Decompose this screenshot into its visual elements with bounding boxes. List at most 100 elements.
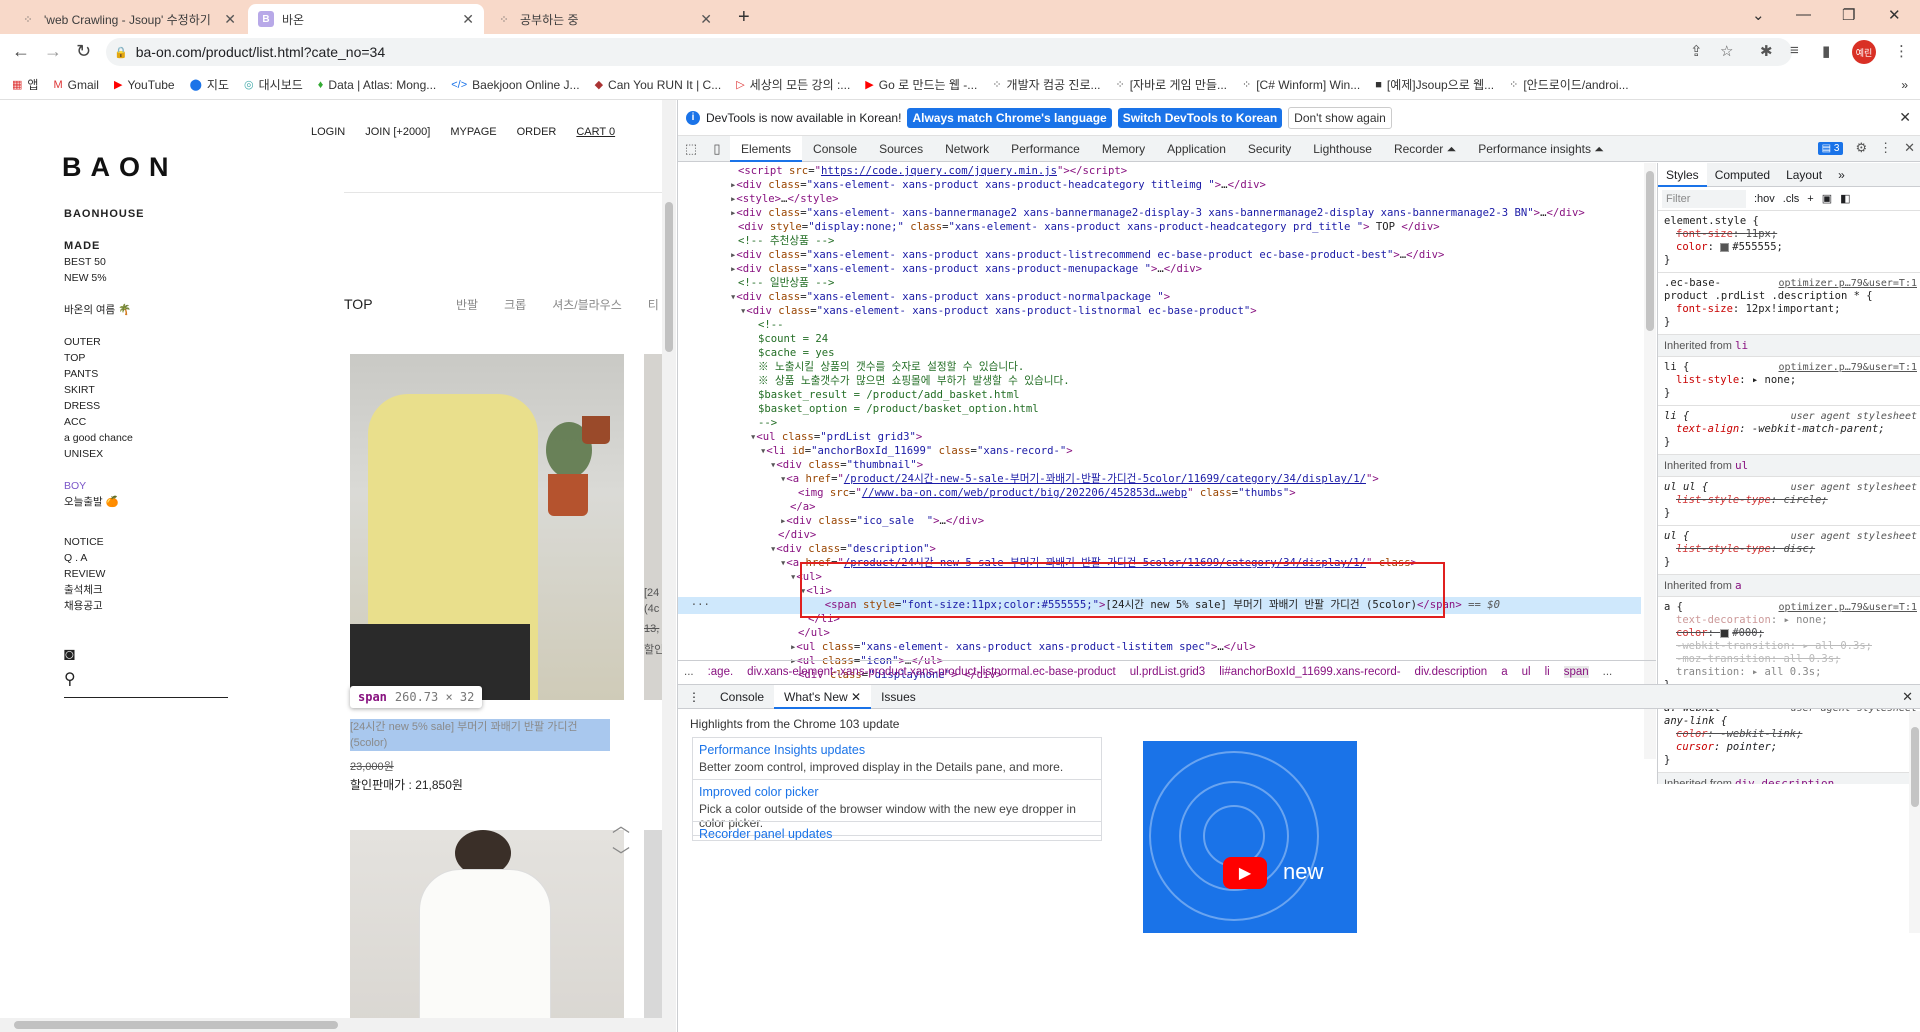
tab-recorder[interactable]: Recorder ⏶ bbox=[1383, 136, 1467, 162]
card-title[interactable]: Performance Insights updates bbox=[699, 743, 1095, 757]
bookmark-apps[interactable]: ▦ 앱 bbox=[12, 76, 38, 93]
bookmark-mongo[interactable]: ♦ Data | Atlas: Mong... bbox=[318, 78, 436, 92]
stylesheet-link[interactable]: optimizer.p…79&user=T:1 bbox=[1779, 361, 1917, 374]
inspect-element-icon[interactable]: ⬚ bbox=[678, 141, 704, 157]
tab-network[interactable]: Network bbox=[934, 136, 1000, 162]
tab-sources[interactable]: Sources bbox=[868, 136, 934, 162]
sidebar-item-outer[interactable]: OUTER bbox=[64, 334, 101, 350]
tab-application[interactable]: Application bbox=[1156, 136, 1237, 162]
sidebar-recruit[interactable]: 채용공고 bbox=[64, 598, 103, 614]
scrollbar-thumb[interactable] bbox=[14, 1021, 338, 1029]
breadcrumb-item[interactable]: ul bbox=[1522, 666, 1531, 678]
style-rule[interactable]: element.style { font-size: 11px; color: … bbox=[1658, 211, 1920, 273]
breadcrumb-item[interactable]: a bbox=[1501, 666, 1507, 678]
close-infobar-icon[interactable]: ✕ bbox=[1899, 109, 1911, 126]
scrollbar-thumb[interactable] bbox=[1911, 727, 1919, 807]
close-devtools-icon[interactable]: ✕ bbox=[1904, 140, 1915, 156]
scroll-down-icon[interactable]: ﹀ bbox=[612, 842, 630, 868]
subcategory-tee[interactable]: 티 bbox=[648, 296, 659, 313]
page-vertical-scrollbar[interactable] bbox=[662, 100, 676, 1032]
bookmark-java-game[interactable]: ⁘ [자바로 게임 만들... bbox=[1115, 76, 1227, 93]
sidebar-item-boy[interactable]: BOY bbox=[64, 478, 86, 494]
bookmark-android[interactable]: ⁘ [안드로이드/androi... bbox=[1509, 76, 1628, 93]
new-tab-button[interactable]: + bbox=[738, 6, 750, 29]
stylesheet-link[interactable]: optimizer.p…79&user=T:1 bbox=[1779, 277, 1917, 290]
inherited-tag[interactable]: li bbox=[1735, 339, 1748, 352]
sidebar-best[interactable]: BEST 50 bbox=[64, 254, 106, 270]
style-rule[interactable]: user agent stylesheet li { text-align: -… bbox=[1658, 406, 1920, 455]
tab-lighthouse[interactable]: Lighthouse bbox=[1302, 136, 1383, 162]
tab-security[interactable]: Security bbox=[1237, 136, 1302, 162]
forward-icon[interactable]: → bbox=[44, 41, 62, 62]
scroll-up-icon[interactable]: ︿ bbox=[612, 812, 630, 838]
product-name[interactable]: [24시간 new 5% sale] 부머기 꽈배기 반팔 가디건 (5colo… bbox=[350, 719, 610, 751]
bookmark-youtube[interactable]: ▶ YouTube bbox=[114, 78, 175, 92]
style-rule[interactable]: optimizer.p…79&user=T:1 .ec-base- produc… bbox=[1658, 273, 1920, 335]
more-tabs-icon[interactable]: » bbox=[1830, 163, 1853, 187]
address-bar[interactable]: 🔒 ba-on.com/product/list.html?cate_no=34 bbox=[106, 38, 1792, 66]
sidebar-item-today[interactable]: 오늘출발 🍊 bbox=[64, 494, 119, 510]
sidebar-review[interactable]: REVIEW bbox=[64, 566, 105, 582]
close-drawer-icon[interactable]: ✕ bbox=[1902, 689, 1913, 705]
sidebar-brand[interactable]: BAONHOUSE bbox=[64, 206, 145, 222]
drawer-scrollbar[interactable] bbox=[1909, 711, 1920, 933]
tab-computed[interactable]: Computed bbox=[1707, 163, 1778, 187]
bookmark-gmail[interactable]: M Gmail bbox=[53, 78, 99, 92]
share-icon[interactable]: ⇪ bbox=[1690, 42, 1703, 60]
cart-link[interactable]: CART 0 bbox=[576, 126, 615, 138]
hover-state-toggle[interactable]: :hov bbox=[1754, 193, 1775, 205]
sidebar-made[interactable]: MADE bbox=[64, 238, 100, 254]
browser-tab-1[interactable]: ⁘ 'web Crawling - Jsoup' 수정하기 ✕ bbox=[10, 4, 246, 34]
login-link[interactable]: LOGIN bbox=[311, 126, 345, 138]
breadcrumb-item[interactable]: :age. bbox=[708, 666, 734, 678]
breadcrumb-item[interactable]: span bbox=[1563, 665, 1589, 678]
card-title[interactable]: Recorder panel updates bbox=[699, 827, 1095, 840]
sidebar-item-good-chance[interactable]: a good chance bbox=[64, 430, 133, 446]
menu-icon[interactable]: ⋮ bbox=[1894, 42, 1909, 60]
bookmark-canyourunit[interactable]: ◆ Can You RUN It | C... bbox=[595, 78, 722, 92]
breadcrumb-item[interactable]: ... bbox=[684, 666, 694, 678]
sidebar-qa[interactable]: Q . A bbox=[64, 550, 87, 566]
close-tab-icon[interactable]: ✕ bbox=[462, 11, 474, 28]
tab-console[interactable]: Console bbox=[802, 136, 868, 162]
inherited-tag[interactable]: ul bbox=[1735, 459, 1748, 472]
browser-tab-2[interactable]: B 바온 ✕ bbox=[248, 4, 484, 34]
style-rule[interactable]: optimizer.p…79&user=T:1 li { list-style:… bbox=[1658, 357, 1920, 406]
drawer-tab-console[interactable]: Console bbox=[710, 685, 774, 709]
sidebar-notice[interactable]: NOTICE bbox=[64, 534, 104, 550]
product-thumbnail[interactable] bbox=[350, 354, 624, 700]
scrollbar-thumb[interactable] bbox=[665, 202, 673, 352]
product-name[interactable]: (4c bbox=[644, 603, 659, 615]
drawer-tab-whats-new[interactable]: What's New ✕ bbox=[774, 684, 872, 709]
bookmark-star-icon[interactable]: ☆ bbox=[1720, 42, 1733, 60]
sidebar-item-pants[interactable]: PANTS bbox=[64, 366, 98, 382]
drawer-menu-icon[interactable]: ⋮ bbox=[678, 685, 710, 709]
reload-icon[interactable]: ↻ bbox=[76, 41, 91, 62]
breadcrumb-item[interactable]: li bbox=[1545, 666, 1550, 678]
media-icon[interactable]: ≡ bbox=[1790, 42, 1799, 59]
restore-icon[interactable]: ❐ bbox=[1842, 6, 1855, 24]
breadcrumb-item[interactable]: div.description bbox=[1415, 666, 1488, 678]
mypage-link[interactable]: MYPAGE bbox=[450, 126, 496, 138]
lock-icon[interactable]: 🔒 bbox=[114, 46, 128, 59]
tab-performance[interactable]: Performance bbox=[1000, 136, 1091, 162]
sidebar-new[interactable]: NEW 5% bbox=[64, 270, 107, 286]
browser-tab-3[interactable]: ⁘ 공부하는 중 ✕ bbox=[486, 4, 722, 34]
sidebar-item-skirt[interactable]: SKIRT bbox=[64, 382, 95, 398]
breadcrumb-item[interactable]: li#anchorBoxId_11699.xans-record- bbox=[1219, 666, 1400, 678]
class-toggle[interactable]: .cls bbox=[1783, 193, 1800, 205]
bookmark-dev-career[interactable]: ⁘ 개발자 컴공 진로... bbox=[992, 76, 1100, 93]
device-toolbar-icon[interactable]: ▯ bbox=[704, 141, 730, 157]
bookmark-dashboard[interactable]: ◎ 대시보드 bbox=[244, 76, 303, 93]
style-rule[interactable]: user agent stylesheet ul ul { list-style… bbox=[1658, 477, 1920, 526]
whats-new-card[interactable]: Performance Insights updates Better zoom… bbox=[692, 737, 1102, 780]
scrollbar-thumb[interactable] bbox=[1646, 171, 1654, 331]
site-logo[interactable]: BAON bbox=[62, 152, 178, 183]
bookmark-baekjoon[interactable]: </> Baekjoon Online J... bbox=[451, 78, 579, 92]
inherited-tag[interactable]: a bbox=[1735, 579, 1742, 592]
breadcrumb-item[interactable]: ul.prdList.grid3 bbox=[1130, 666, 1205, 678]
sidebar-item-unisex[interactable]: UNISEX bbox=[64, 446, 103, 462]
dont-show-again-button[interactable]: Don't show again bbox=[1288, 106, 1392, 129]
profile-avatar[interactable]: 예린 bbox=[1852, 40, 1876, 64]
computed-sidebar-icon[interactable]: ▣ bbox=[1822, 192, 1832, 205]
